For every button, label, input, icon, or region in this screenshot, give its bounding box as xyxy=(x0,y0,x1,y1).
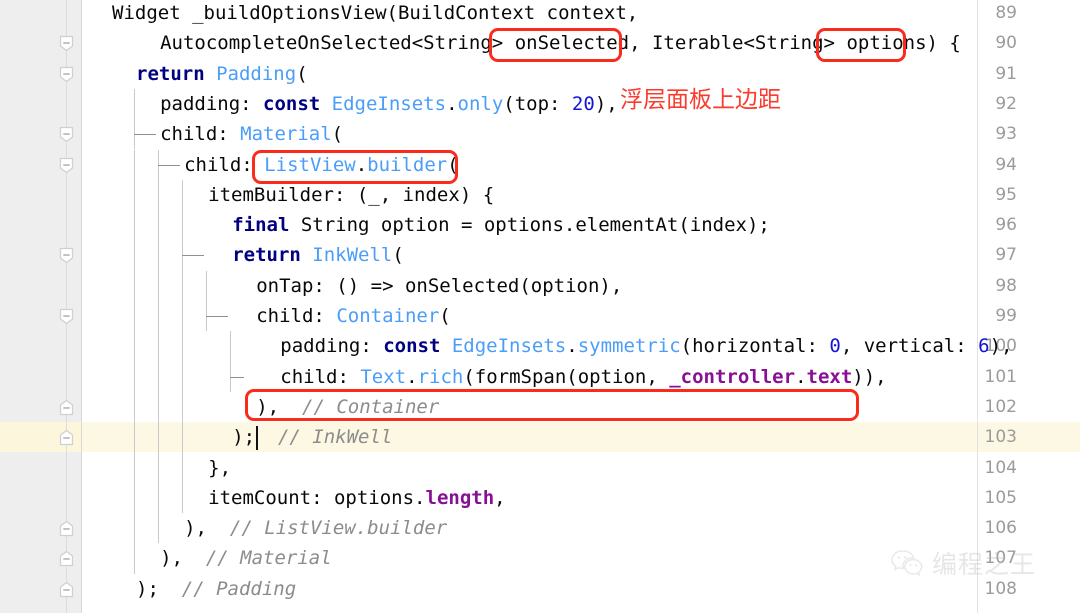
code-line[interactable]: ), // ListView.builder xyxy=(184,513,447,543)
code-token: // Container xyxy=(302,395,440,418)
code-token: ); xyxy=(232,426,256,449)
code-line[interactable]: ); // Padding xyxy=(136,574,296,604)
code-line[interactable]: return InkWell( xyxy=(232,240,404,270)
code-token: length xyxy=(425,486,495,509)
text-caret xyxy=(256,426,259,451)
code-line[interactable]: child: Material( xyxy=(160,119,343,149)
code-token: . xyxy=(355,153,368,176)
code-token: EdgeInsets xyxy=(331,92,447,115)
watermark-text: 编程之王 xyxy=(932,550,1037,579)
code-content[interactable]: Widget _buildOptionsView(BuildContext co… xyxy=(0,0,1080,613)
code-token: EdgeInsets xyxy=(451,335,567,358)
code-token: child: xyxy=(184,153,265,176)
code-token: . xyxy=(406,365,418,388)
code-line[interactable]: Widget _buildOptionsView(BuildContext co… xyxy=(112,0,638,28)
code-token: (top: xyxy=(503,92,572,115)
code-line[interactable]: ), // Container xyxy=(256,392,439,422)
code-line[interactable]: child: ListView.builder( xyxy=(184,150,459,180)
code-token: Material xyxy=(240,123,332,146)
code-token: Container xyxy=(336,305,440,327)
code-token: ); xyxy=(136,577,182,600)
code-token: options xyxy=(846,32,927,55)
code-token: . xyxy=(795,365,807,388)
code-token: // ListView.builder xyxy=(229,517,448,540)
code-line[interactable]: child: Container( xyxy=(256,301,450,331)
code-token: onSelected, xyxy=(514,32,652,55)
code-token: 20 xyxy=(571,92,595,115)
wechat-icon xyxy=(891,550,923,577)
code-token: final xyxy=(232,214,301,237)
code-token: text xyxy=(806,365,853,388)
code-line[interactable]: return Padding( xyxy=(136,59,308,89)
code-token: ( xyxy=(331,123,344,146)
code-token: ( xyxy=(447,153,459,176)
code-token: ( xyxy=(392,244,404,267)
code-token: const xyxy=(383,335,452,358)
code-line[interactable]: final String option = options.elementAt(… xyxy=(232,210,770,240)
code-token: InkWell xyxy=(312,244,393,267)
code-line[interactable]: padding: const EdgeInsets.only(top: 20), xyxy=(160,89,618,119)
code-token: symmetric xyxy=(577,335,681,358)
code-token: return xyxy=(232,244,313,267)
code-token: ), xyxy=(256,395,302,418)
code-line[interactable]: child: Text.rich(formSpan(option, _contr… xyxy=(280,362,886,392)
code-token: itemBuilder: (_, index) { xyxy=(208,183,495,206)
code-token: ), xyxy=(184,517,230,540)
annotation-note-text: 浮层面板上边距 xyxy=(620,87,781,113)
code-token: (formSpan(option, xyxy=(463,365,670,388)
code-line[interactable]: onTap: () => onSelected(option), xyxy=(256,271,622,301)
code-token: String option = options.elementAt(index)… xyxy=(300,214,770,237)
code-line[interactable]: AutocompleteOnSelected<String> onSelecte… xyxy=(160,28,961,58)
code-token: , xyxy=(494,486,506,509)
code-token: Text xyxy=(360,365,407,388)
code-token: builder xyxy=(367,153,448,176)
code-token: 0 xyxy=(829,335,841,358)
code-token: ( xyxy=(439,305,451,327)
code-token: // InkWell xyxy=(277,426,393,449)
code-line[interactable]: itemCount: options.length, xyxy=(208,483,505,513)
code-token: only xyxy=(457,92,504,115)
code-token: . xyxy=(446,92,458,115)
code-token: . xyxy=(566,335,578,358)
code-line[interactable]: }, xyxy=(208,453,231,483)
watermark: 编程之王 xyxy=(890,545,1036,581)
code-token: ListView xyxy=(264,153,356,176)
code-token: ), xyxy=(594,92,618,115)
code-token: )), xyxy=(852,365,887,388)
code-token: }, xyxy=(208,456,232,479)
code-token: ), xyxy=(989,335,1013,358)
code-token: child: xyxy=(256,305,337,327)
code-token: padding: xyxy=(160,92,264,115)
code-token: padding: xyxy=(280,335,384,358)
code-token: rich xyxy=(417,365,464,388)
code-token: Widget _buildOptionsView(BuildContext co… xyxy=(112,2,639,24)
code-token: (horizontal: xyxy=(680,335,830,358)
code-token: child: xyxy=(280,365,361,388)
code-token: const xyxy=(263,92,332,115)
code-line[interactable]: ), // Material xyxy=(160,543,332,573)
code-token: , vertical: xyxy=(840,335,979,358)
code-token: Iterable<String> xyxy=(651,32,847,55)
code-token: child: xyxy=(160,123,241,146)
code-token: ) { xyxy=(926,32,961,55)
code-token: onTap: () => onSelected(option), xyxy=(256,274,623,297)
code-token: _controller xyxy=(669,365,796,388)
code-token: itemCount: options. xyxy=(208,486,426,509)
code-line[interactable]: padding: const EdgeInsets.symmetric(hori… xyxy=(280,331,1012,361)
code-token: AutocompleteOnSelected<String> xyxy=(160,32,515,55)
code-token: return xyxy=(136,62,217,85)
code-token: ), xyxy=(160,547,206,570)
code-token: ( xyxy=(296,62,308,85)
code-token: 6 xyxy=(978,335,990,358)
code-token: // Material xyxy=(205,547,332,570)
code-editor[interactable]: 89 90 91 92 93 94 95 96 97 98 99 100 101 102 103 104 105… xyxy=(0,0,1080,613)
code-line[interactable]: itemBuilder: (_, index) { xyxy=(208,180,494,210)
code-token: // Padding xyxy=(181,577,297,600)
code-token: Padding xyxy=(216,62,297,85)
